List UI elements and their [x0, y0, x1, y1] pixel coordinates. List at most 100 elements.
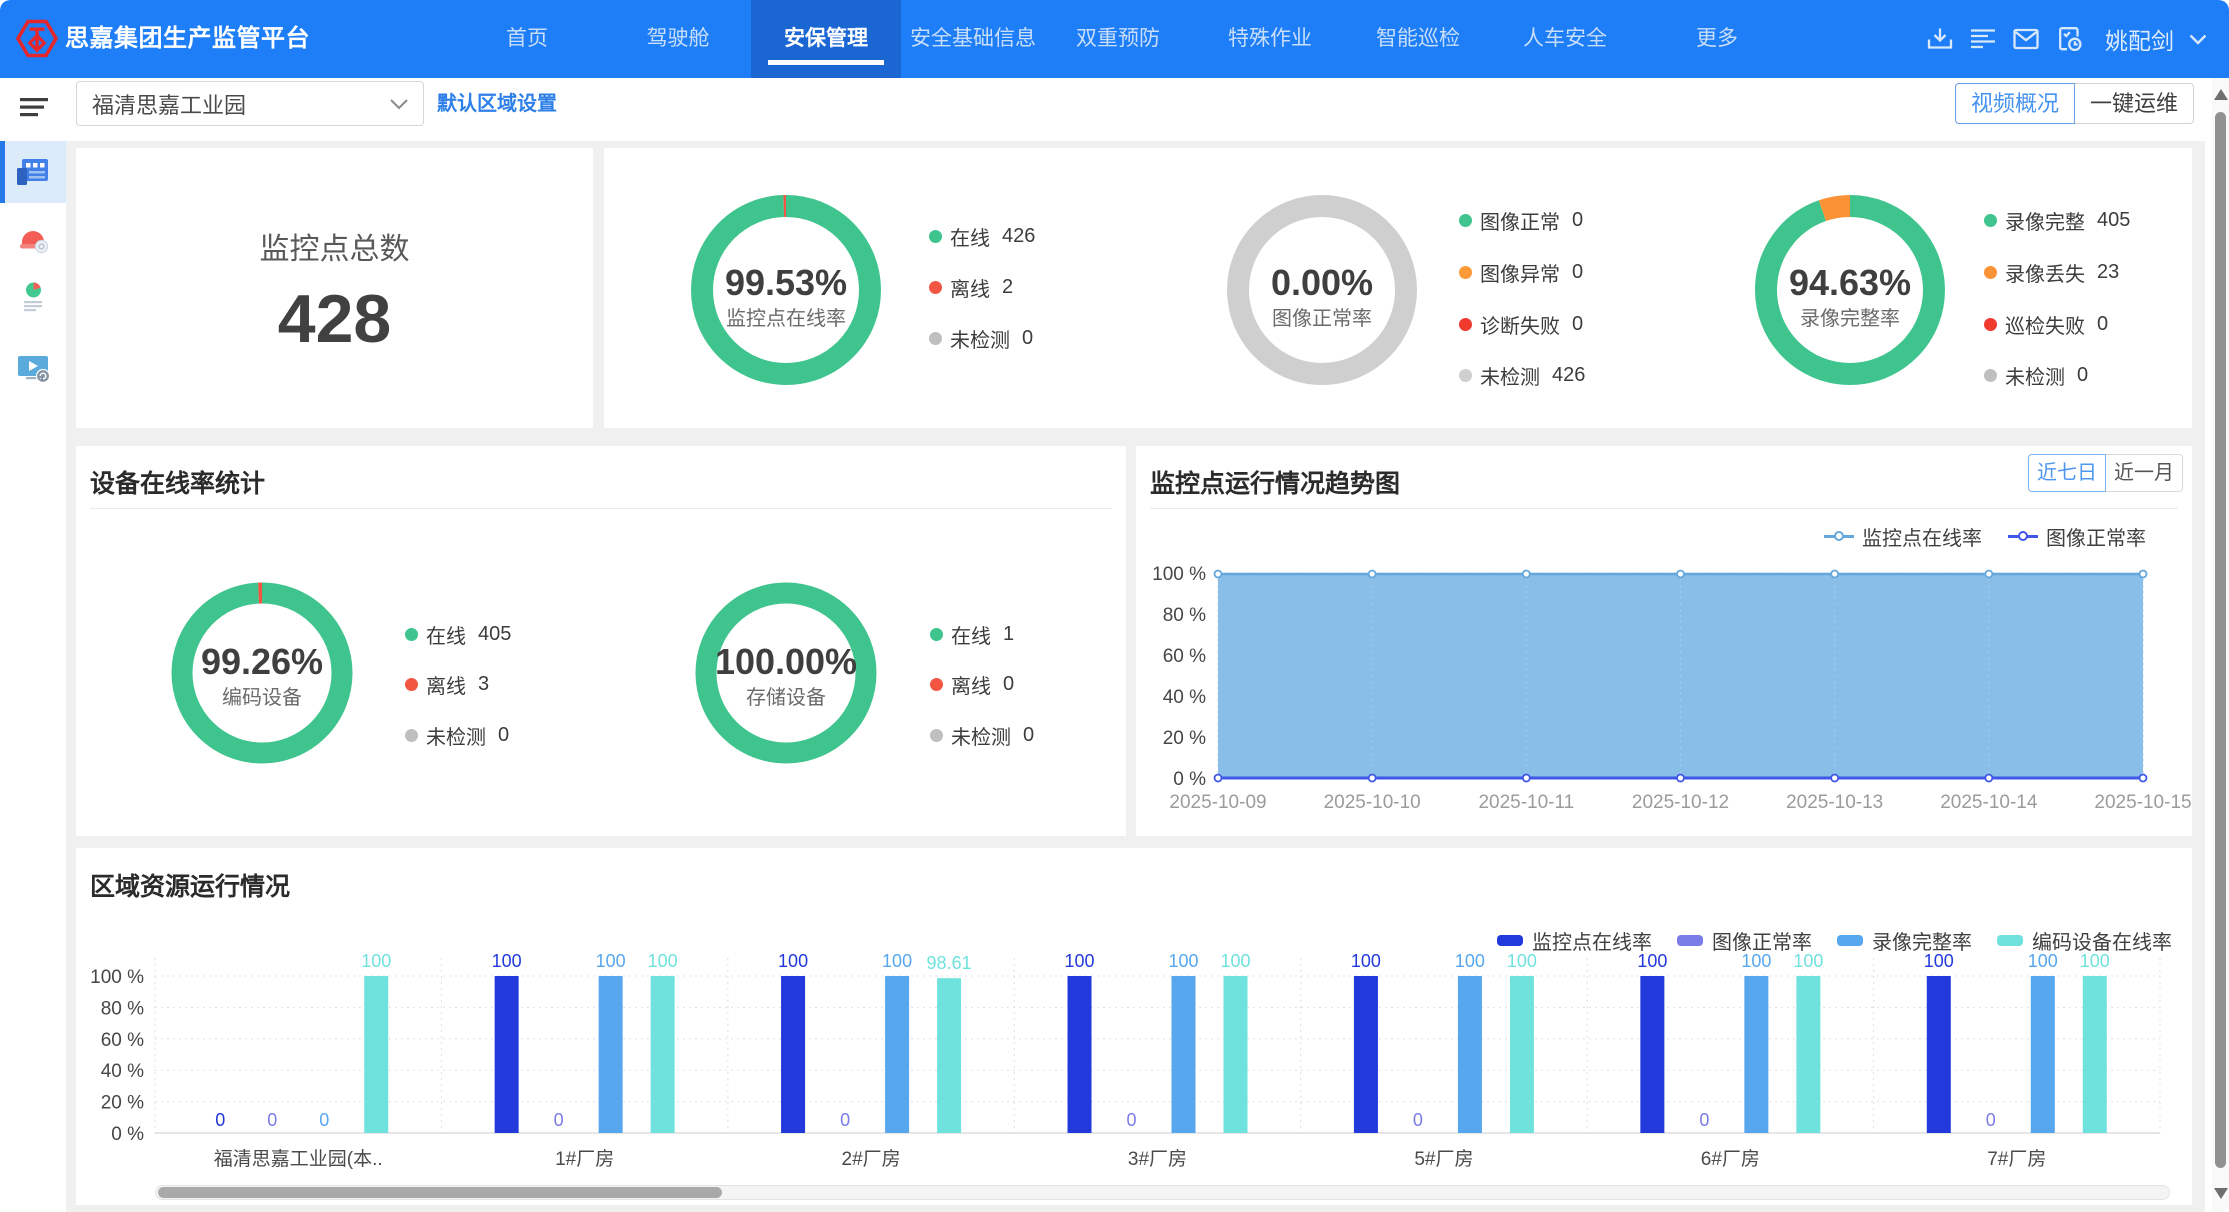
legend-dot [929, 281, 942, 294]
svg-text:0: 0 [840, 1110, 850, 1130]
sidebar-item-alarm[interactable] [0, 206, 66, 268]
legend-dot [929, 332, 942, 345]
svg-text:100 %: 100 % [90, 967, 144, 988]
legend-item: 离线 3 [405, 670, 489, 699]
scroll-up-arrow-icon[interactable] [2214, 89, 2228, 100]
legend-value: 0 [498, 724, 509, 747]
sidebar-item-video-replay[interactable] [0, 336, 66, 398]
main-content: 监控点总数 428 99.53%监控点在线率 在线 426 离线 2 未检测 0… [66, 141, 2205, 1212]
legend-label: 未检测 [951, 721, 1011, 750]
nav-item-6[interactable]: 特殊作业 [1204, 0, 1336, 78]
svg-text:100: 100 [492, 951, 522, 971]
legend-label: 图像异常 [1480, 258, 1560, 287]
legend-label: 在线 [426, 620, 466, 649]
legend-label: 巡检失败 [2005, 310, 2085, 339]
download-icon[interactable] [1925, 24, 1955, 54]
nav-item-2[interactable]: 驾驶舱 [623, 0, 734, 78]
svg-text:2025-10-12: 2025-10-12 [1632, 792, 1729, 813]
legend-label: 离线 [951, 670, 991, 699]
svg-text:60 %: 60 % [101, 1030, 144, 1051]
scroll-down-arrow-icon[interactable] [2214, 1188, 2228, 1199]
donut-label: 存储设备 [695, 688, 877, 708]
nav-item-3[interactable]: 安保管理 [751, 0, 901, 78]
legend-dot [1984, 369, 1997, 382]
legend-value: 3 [478, 673, 489, 696]
svg-text:2025-10-10: 2025-10-10 [1324, 792, 1421, 813]
image-normal-rate-donut: 0.00%图像正常率 [1227, 195, 1417, 385]
legend-value: 0 [2097, 313, 2108, 336]
one-key-ops-button[interactable]: 一键运维 [2075, 83, 2194, 124]
legend-value: 426 [1552, 364, 1585, 387]
record-integrity-rate-donut: 94.63%录像完整率 [1755, 195, 1945, 385]
legend-value: 0 [1572, 261, 1583, 284]
svg-text:0: 0 [267, 1110, 277, 1130]
svg-text:0 %: 0 % [1173, 769, 1206, 790]
collapse-menu-icon[interactable] [20, 98, 48, 117]
legend-value: 405 [478, 623, 511, 646]
legend-value: 0 [1023, 724, 1034, 747]
legend-value: 2 [1002, 276, 1013, 299]
total-monitor-points-value: 428 [76, 280, 593, 358]
legend-item: 在线 405 [405, 620, 511, 649]
svg-text:5#厂房: 5#厂房 [1414, 1148, 1473, 1170]
encoder-device-donut: 99.26%编码设备 [171, 582, 353, 764]
nav-item-8[interactable]: 人车安全 [1499, 0, 1631, 78]
sidebar-item-report[interactable] [0, 266, 66, 328]
toolbar: 福清思嘉工业园 默认区域设置 视频概况 一键运维 [0, 78, 2229, 141]
svg-text:0: 0 [554, 1110, 564, 1130]
svg-text:80 %: 80 % [101, 998, 144, 1019]
default-region-link[interactable]: 默认区域设置 [437, 78, 557, 130]
svg-text:100: 100 [1351, 951, 1381, 971]
legend-label: 未检测 [2005, 361, 2065, 390]
svg-text:0 %: 0 % [111, 1124, 144, 1145]
legend-label: 诊断失败 [1480, 310, 1560, 339]
legend-item: 未检测 0 [405, 721, 509, 750]
legend-value: 0 [1022, 327, 1033, 350]
donut-percent: 94.63% [1755, 265, 1945, 301]
legend-dot [405, 729, 418, 742]
divider [90, 508, 1112, 509]
nav-item-5[interactable]: 双重预防 [1052, 0, 1184, 78]
legend-value: 0 [2077, 364, 2088, 387]
legend-item: 离线 2 [929, 273, 1013, 302]
svg-text:80 %: 80 % [1163, 605, 1206, 626]
video-replay-icon [15, 350, 51, 384]
svg-text:3#厂房: 3#厂房 [1128, 1148, 1187, 1170]
horizontal-scrollbar-thumb[interactable] [158, 1187, 722, 1198]
region-bar-chart: 000100福清思嘉工业园(本..10001001001#厂房100010098… [76, 848, 2192, 1205]
nav-item-1[interactable]: 首页 [482, 0, 572, 78]
lines-icon[interactable] [1968, 24, 1998, 54]
svg-text:100: 100 [2080, 951, 2110, 971]
nav-item-7[interactable]: 智能巡检 [1352, 0, 1484, 78]
sidebar [0, 141, 66, 1212]
svg-text:40 %: 40 % [101, 1061, 144, 1082]
horizontal-scrollbar[interactable] [155, 1185, 2170, 1200]
vertical-scrollbar[interactable] [2212, 78, 2229, 1212]
svg-text:100: 100 [1741, 951, 1771, 971]
nav-item-9[interactable]: 更多 [1672, 0, 1762, 78]
svg-text:1#厂房: 1#厂房 [555, 1148, 614, 1170]
legend-dot [930, 678, 943, 691]
legend-item: 未检测 0 [1984, 361, 2088, 390]
svg-text:100: 100 [596, 951, 626, 971]
user-name[interactable]: 姚配剑 [2105, 22, 2174, 56]
top-navbar: 思嘉集团生产监管平台 首页驾驶舱安保管理安全基础信息双重预防特殊作业智能巡检人车… [0, 0, 2229, 78]
brand-logo-icon [15, 16, 59, 61]
vertical-scrollbar-thumb[interactable] [2215, 112, 2226, 1168]
legend-value: 0 [1003, 673, 1014, 696]
mail-icon[interactable] [2011, 24, 2041, 54]
chevron-down-icon[interactable] [2187, 28, 2209, 50]
legend-label: 录像完整 [2005, 206, 2085, 235]
legend-value: 405 [2097, 209, 2130, 232]
donut-label: 监控点在线率 [691, 309, 881, 329]
svg-text:98.61: 98.61 [927, 953, 972, 973]
donut-percent: 100.00% [695, 644, 877, 680]
video-overview-button[interactable]: 视频概况 [1955, 83, 2075, 124]
nav-item-4[interactable]: 安全基础信息 [886, 0, 1060, 78]
legend-item: 录像完整 405 [1984, 206, 2130, 235]
report-icon [16, 280, 50, 314]
svg-text:2025-10-09: 2025-10-09 [1169, 792, 1266, 813]
schedule-icon[interactable] [2054, 24, 2084, 54]
region-select[interactable]: 福清思嘉工业园 [76, 81, 424, 126]
sidebar-item-video-wall[interactable] [0, 141, 66, 203]
